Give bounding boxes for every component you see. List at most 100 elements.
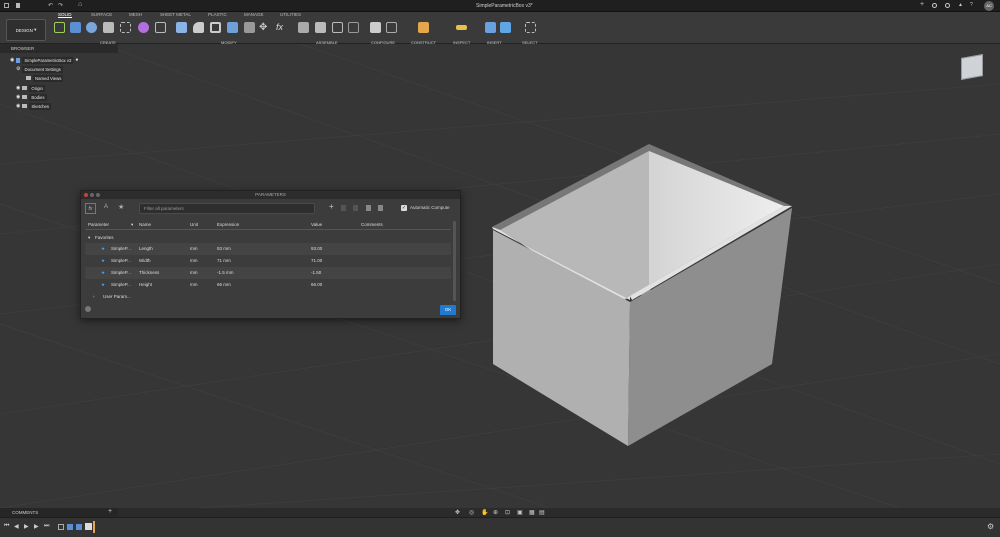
play-icon[interactable]: ▶ bbox=[24, 523, 29, 530]
comments-panel[interactable]: COMMENTS + bbox=[0, 508, 118, 517]
table-row[interactable]: ★ SimpleP... Thickness mm -1.5 mm -1.50 bbox=[85, 267, 451, 279]
eye-icon[interactable]: ◉ bbox=[10, 57, 14, 63]
clock-icon[interactable] bbox=[945, 3, 950, 8]
timeline-extrude-icon[interactable] bbox=[67, 524, 73, 530]
browser-root[interactable]: ◉ SimpleParametricBox v3 ● bbox=[10, 56, 78, 64]
info-icon[interactable] bbox=[85, 306, 91, 312]
revolve-icon[interactable] bbox=[86, 22, 97, 33]
shell-icon[interactable] bbox=[210, 22, 221, 33]
sort-icon[interactable]: ▾ bbox=[131, 222, 133, 228]
hole-icon[interactable] bbox=[103, 22, 114, 33]
export-icon[interactable] bbox=[378, 205, 383, 211]
new-sketch-icon[interactable] bbox=[54, 22, 65, 33]
fillet-icon[interactable] bbox=[193, 22, 204, 33]
timeline-sketch-icon[interactable] bbox=[58, 524, 64, 530]
insert-icon[interactable] bbox=[485, 22, 496, 33]
param-unit[interactable]: mm bbox=[190, 246, 198, 251]
fit-icon[interactable]: ⊡ bbox=[505, 509, 510, 516]
tab-mesh[interactable]: MESH bbox=[129, 12, 142, 17]
joint-icon[interactable] bbox=[315, 22, 326, 33]
insert-image-icon[interactable] bbox=[500, 22, 511, 33]
move-icon[interactable]: ✥ bbox=[259, 22, 270, 33]
configure-icon[interactable] bbox=[370, 22, 381, 33]
col-unit[interactable]: Unit bbox=[190, 222, 198, 227]
new-component-icon[interactable] bbox=[298, 22, 309, 33]
col-parameter[interactable]: Parameter bbox=[88, 222, 109, 227]
add-comment-icon[interactable]: + bbox=[108, 508, 112, 515]
timeline-shell-icon[interactable] bbox=[85, 523, 92, 530]
browser-item-named-views[interactable]: Named Views bbox=[26, 74, 64, 82]
user-parameter-icon[interactable]: A bbox=[104, 204, 108, 210]
mirror-icon[interactable] bbox=[155, 22, 166, 33]
close-icon[interactable] bbox=[84, 193, 88, 197]
user-params-group-row[interactable]: › User Param... bbox=[85, 291, 451, 303]
browser-header[interactable]: BROWSER bbox=[0, 44, 118, 53]
look-at-icon[interactable]: ◎ bbox=[469, 509, 474, 516]
eye-icon[interactable]: ◉ bbox=[16, 103, 20, 109]
grid-settings-icon[interactable]: ▦ bbox=[529, 509, 535, 516]
star-icon[interactable]: ★ bbox=[101, 270, 105, 276]
eye-icon[interactable]: ◉ bbox=[16, 94, 20, 100]
col-value[interactable]: Value bbox=[311, 222, 322, 227]
file-icon[interactable] bbox=[16, 3, 20, 8]
star-icon[interactable]: ★ bbox=[101, 282, 105, 288]
add-tab-icon[interactable]: + bbox=[920, 1, 924, 8]
tab-solid[interactable]: SOLID bbox=[58, 12, 72, 18]
filter-input[interactable]: Filter all parameters bbox=[139, 203, 315, 214]
workspace-dropdown[interactable]: DESIGN ▾ bbox=[6, 19, 46, 41]
scrollbar[interactable] bbox=[453, 221, 456, 301]
go-to-end-icon[interactable]: ⏭ bbox=[44, 523, 49, 530]
tab-manage[interactable]: MANAGE bbox=[244, 12, 264, 17]
param-unit[interactable]: mm bbox=[190, 270, 198, 275]
table-row[interactable]: ★ SimpleP... Width mm 71 mm 71.00 bbox=[85, 255, 451, 267]
tab-plastic[interactable]: PLASTIC bbox=[208, 12, 227, 17]
app-menu-icon[interactable] bbox=[4, 3, 9, 8]
param-unit[interactable]: mm bbox=[190, 258, 198, 263]
copy-icon[interactable] bbox=[341, 205, 346, 211]
browser-item-document-settings[interactable]: ⚙ Document Settings bbox=[16, 65, 63, 73]
motion-link-icon[interactable] bbox=[348, 22, 359, 33]
pattern-icon[interactable] bbox=[120, 22, 131, 33]
as-built-joint-icon[interactable] bbox=[332, 22, 343, 33]
go-to-start-icon[interactable]: ⏮ bbox=[4, 523, 9, 530]
delete-icon[interactable] bbox=[353, 205, 358, 211]
measure-icon[interactable] bbox=[456, 25, 467, 30]
parameters-fx-icon[interactable]: fx bbox=[276, 22, 287, 33]
press-pull-icon[interactable] bbox=[176, 22, 187, 33]
paste-icon[interactable] bbox=[366, 205, 371, 211]
table-row[interactable]: ★ SimpleP... Height mm 66 mm 66.00 bbox=[85, 279, 451, 291]
col-name[interactable]: Name bbox=[139, 222, 151, 227]
minimize-icon[interactable] bbox=[90, 193, 94, 197]
box-model[interactable] bbox=[492, 144, 792, 446]
pan-icon[interactable]: ✋ bbox=[481, 509, 488, 516]
redo-icon[interactable]: ↷ bbox=[58, 2, 63, 9]
param-unit[interactable]: mm bbox=[190, 282, 198, 287]
table-row[interactable]: ★ SimpleP... Length mm 93 mm 93.00 bbox=[85, 243, 451, 255]
orbit-icon[interactable]: ✥ bbox=[455, 509, 460, 516]
avatar[interactable]: AC bbox=[984, 1, 994, 11]
browser-item-bodies[interactable]: ◉ Bodies bbox=[16, 93, 47, 101]
timeline-marker[interactable] bbox=[93, 521, 95, 533]
step-back-icon[interactable]: ◀ bbox=[14, 523, 19, 530]
fx-icon[interactable]: fx bbox=[85, 203, 96, 214]
favorites-star-icon[interactable]: ★ bbox=[118, 203, 124, 211]
param-expression[interactable]: 71 mm bbox=[217, 258, 231, 263]
maximize-icon[interactable] bbox=[96, 193, 100, 197]
jobs-icon[interactable] bbox=[932, 3, 937, 8]
tab-sheet-metal[interactable]: SHEET METAL bbox=[160, 12, 191, 17]
offset-plane-icon[interactable] bbox=[418, 22, 429, 33]
browser-item-sketches[interactable]: ◉ Sketches bbox=[16, 102, 52, 110]
form-icon[interactable] bbox=[138, 22, 149, 33]
extrude-icon[interactable] bbox=[70, 22, 81, 33]
bell-icon[interactable]: ▲ bbox=[958, 2, 963, 8]
help-icon[interactable]: ? bbox=[970, 2, 973, 8]
param-expression[interactable]: 93 mm bbox=[217, 246, 231, 251]
tab-surface[interactable]: SURFACE bbox=[91, 12, 112, 17]
parameters-titlebar[interactable]: PARAMETERS bbox=[81, 191, 460, 199]
record-icon[interactable]: ● bbox=[75, 57, 78, 63]
step-forward-icon[interactable]: ▶ bbox=[34, 523, 39, 530]
settings-gear-icon[interactable]: ⚙ bbox=[987, 522, 994, 531]
add-icon[interactable]: + bbox=[329, 202, 334, 211]
display-settings-icon[interactable]: ▣ bbox=[517, 509, 523, 516]
zoom-icon[interactable]: ⊕ bbox=[493, 509, 498, 516]
